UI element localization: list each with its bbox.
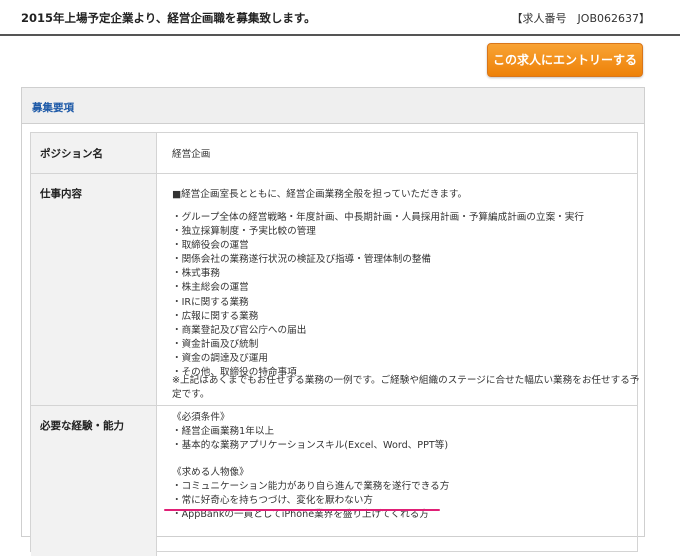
list-item: ・資金計画及び統制 xyxy=(172,338,259,350)
row-header: 仕事内容 xyxy=(31,174,157,405)
row-label-duties: 仕事内容 xyxy=(40,188,82,200)
list-item: ・取締役会の運営 xyxy=(172,240,249,252)
wanted-heading: 《求める人物像》 xyxy=(172,467,249,478)
table-row-position: ポジション名 経営企画 xyxy=(31,133,637,174)
table-row-requirements: 必要な経験・能力 《必須条件》 ・経営企画業務1年以上 ・基本的な業務アプリケー… xyxy=(31,406,637,556)
list-item: ・株主総会の運営 xyxy=(172,282,249,294)
section-header: 募集要項 xyxy=(22,88,644,124)
list-item: ・グループ全体の経営戦略・年度計画、中長期計画・人員採用計画・予算編成計画の立案… xyxy=(172,212,584,223)
duties-intro: ■経営企画室長とともに、経営企画業務全般を担っていただきます。 xyxy=(172,189,468,200)
list-item: ・商業登記及び官公庁への届出 xyxy=(172,324,307,336)
page-title: 2015年上場予定企業より、経営企画職を募集致します。 xyxy=(21,11,316,25)
wanted-profile: 《求める人物像》 ・コミュニケーション能力があり自ら進んで業務を遂行できる方 ・… xyxy=(172,466,449,522)
list-item: ・株式事務 xyxy=(172,268,220,280)
row-header: 必要な経験・能力 xyxy=(31,406,157,556)
position-value: 経営企画 xyxy=(172,149,211,160)
entry-button[interactable]: この求人にエントリーする xyxy=(487,43,643,77)
list-item: ・広報に関する業務 xyxy=(172,310,259,322)
row-cell: ■経営企画室長とともに、経営企画業務全般を担っていただきます。 ・グループ全体の… xyxy=(157,174,639,405)
row-label-requirements: 必要な経験・能力 xyxy=(40,420,124,432)
row-header: ポジション名 xyxy=(31,133,157,173)
list-item: ・経営企画業務1年以上 xyxy=(172,426,275,438)
row-cell: 《必須条件》 ・経営企画業務1年以上 ・基本的な業務アプリケーションスキル(Ex… xyxy=(157,406,637,556)
list-item: ・コミュニケーション能力があり自ら進んで業務を遂行できる方 xyxy=(172,481,450,493)
list-item: ・基本的な業務アプリケーションスキル(Excel、Word、PPT等) xyxy=(172,440,449,452)
list-item: ・資金の調達及び運用 xyxy=(172,352,268,364)
table-row-duties: 仕事内容 ■経営企画室長とともに、経営企画業務全般を担っていただきます。 ・グル… xyxy=(31,174,639,406)
required-heading: 《必須条件》 xyxy=(172,412,230,423)
job-details-table: ポジション名 経営企画 仕事内容 ■経営企画室長とともに、経営企画業務全般を担っ… xyxy=(30,132,639,556)
duties-list: ・グループ全体の経営戦略・年度計画、中長期計画・人員採用計画・予算編成計画の立案… xyxy=(172,211,584,380)
list-item: ・独立採算制度・予実比較の管理 xyxy=(172,226,316,238)
list-item: ・常に好奇心を持ちつづけ、変化を厭わない方 xyxy=(172,495,373,507)
job-details-panel: 募集要項 ポジション名 経営企画 仕事内容 ■経営企画室長とともに、経営企画業務… xyxy=(21,87,645,556)
section-title: 募集要項 xyxy=(32,102,74,114)
list-item: ・IRに関する業務 xyxy=(172,296,249,308)
list-item: ・関係会社の業務遂行状況の検証及び指導・管理体制の整備 xyxy=(172,254,432,266)
page-header: 2015年上場予定企業より、経営企画職を募集致します。 【求人番号 JOB062… xyxy=(0,0,680,36)
row-label-position: ポジション名 xyxy=(40,148,103,160)
duties-note: ※上記はあくまでもお任せする業務の一例です。ご経験や組織のステージに合せた幅広い… xyxy=(172,375,640,400)
row-cell: 経営企画 xyxy=(157,133,637,173)
highlight-underline xyxy=(164,509,440,511)
job-number: 【求人番号 JOB062637】 xyxy=(511,12,650,25)
required-conditions: 《必須条件》 ・経営企画業務1年以上 ・基本的な業務アプリケーションスキル(Ex… xyxy=(172,411,448,453)
